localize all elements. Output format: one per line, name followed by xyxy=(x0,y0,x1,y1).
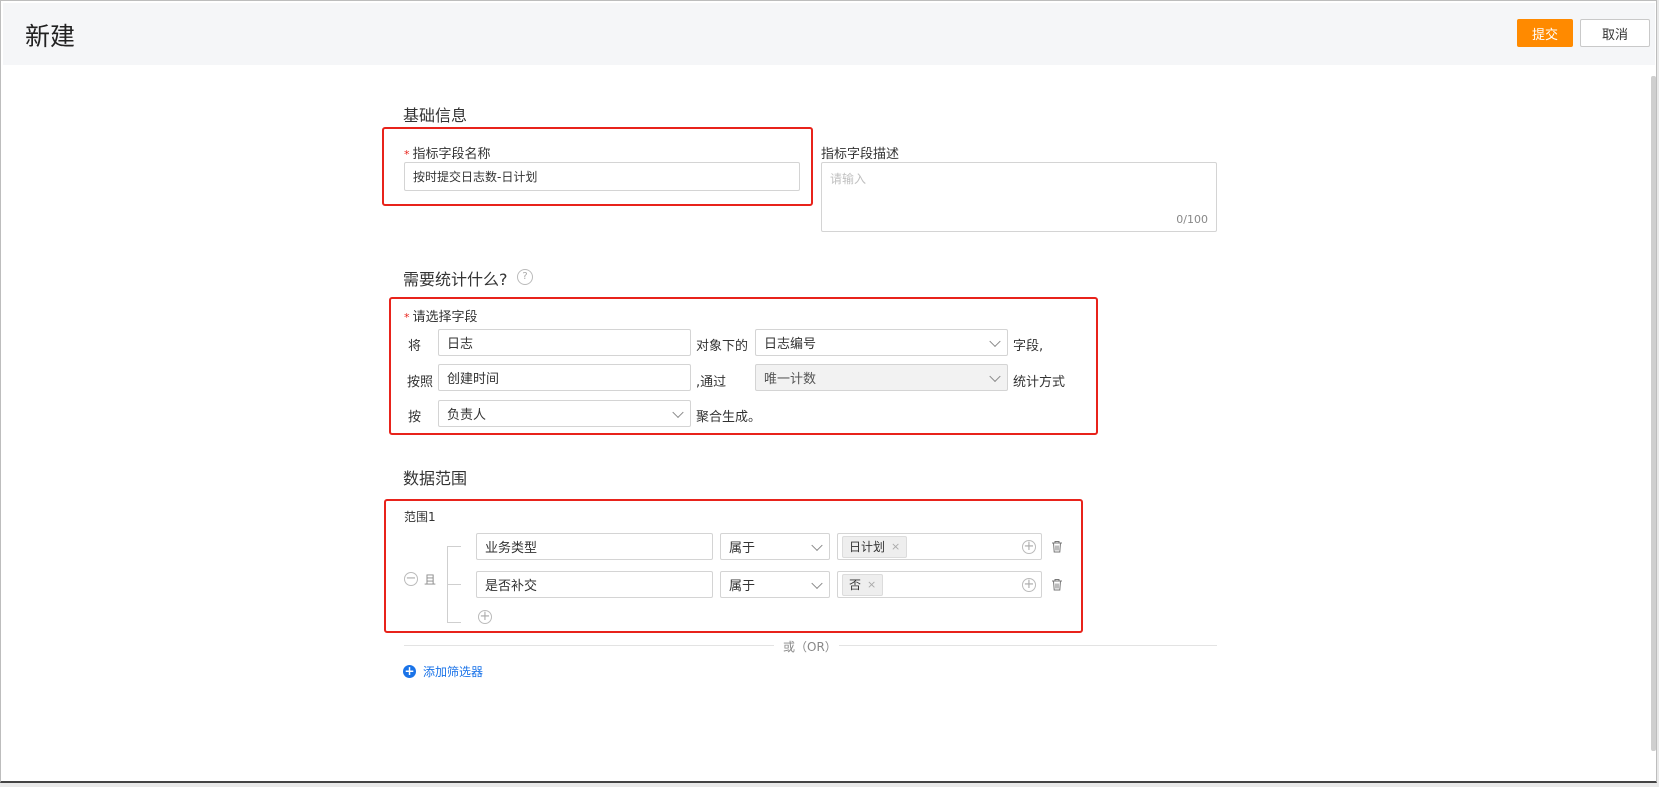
chevron-down-icon xyxy=(811,577,823,589)
add-filter-link[interactable]: + 添加筛选器 xyxy=(403,663,483,680)
scope-section-title: 数据范围 xyxy=(403,469,468,488)
select-field-label: * 请选择字段 xyxy=(404,306,478,325)
required-mark: * xyxy=(404,148,410,161)
group-select-value: 负责人 xyxy=(447,408,487,423)
cancel-button[interactable]: 取消 xyxy=(1580,19,1650,47)
desc-textarea[interactable]: 请输入 0/100 xyxy=(821,162,1217,232)
time-field-input[interactable]: 创建时间 xyxy=(438,364,691,391)
condition-field-value: 是否补交 xyxy=(485,579,538,594)
condition-operator-select[interactable]: 属于 xyxy=(720,533,830,560)
chevron-down-icon xyxy=(989,335,1001,347)
or-label: 或（OR） xyxy=(783,640,837,654)
page-header: 新建 提交 取消 xyxy=(3,3,1655,65)
or-divider-left xyxy=(404,645,774,646)
trash-icon[interactable] xyxy=(1051,578,1063,591)
name-label-text: 指标字段名称 xyxy=(412,147,491,162)
value-tag-text: 否 xyxy=(849,578,862,592)
row1-prefix: 将 xyxy=(408,339,422,354)
name-label: * 指标字段名称 xyxy=(404,143,491,162)
basic-info-title: 基础信息 xyxy=(403,106,468,125)
value-tag: 否 × xyxy=(842,573,884,596)
object-input[interactable]: 日志 xyxy=(438,329,691,356)
object-value: 日志 xyxy=(447,337,474,352)
row3-suffix: 聚合生成。 xyxy=(696,410,762,425)
value-tag: 日计划 × xyxy=(842,535,908,558)
desc-counter: 0/100 xyxy=(1176,213,1208,226)
chevron-down-icon xyxy=(672,406,684,418)
row2-suffix: 统计方式 xyxy=(1013,375,1066,390)
plus-circle-icon[interactable]: + xyxy=(1022,578,1036,592)
chevron-down-icon xyxy=(811,539,823,551)
condition-field-input[interactable]: 是否补交 xyxy=(476,571,713,598)
close-icon[interactable]: × xyxy=(867,578,876,591)
required-mark: * xyxy=(404,311,410,324)
close-icon[interactable]: × xyxy=(891,540,900,553)
value-tag-text: 日计划 xyxy=(849,540,886,554)
condition-value-input[interactable]: 日计划 × + xyxy=(837,533,1042,560)
condition-value-input[interactable]: 否 × + xyxy=(837,571,1042,598)
row2-prefix: 按照 xyxy=(407,375,434,390)
name-input-value: 按时提交日志数-日计划 xyxy=(413,170,538,184)
row3-prefix: 按 xyxy=(408,410,422,425)
stat-section-title: 需要统计什么? xyxy=(403,270,508,289)
row2-mid: ,通过 xyxy=(696,375,727,390)
row1-mid: 对象下的 xyxy=(696,339,749,354)
minus-circle-icon[interactable]: − xyxy=(404,572,418,586)
range-label: 范围1 xyxy=(404,510,436,524)
bracket-top xyxy=(447,546,461,547)
field-select-value: 日志编号 xyxy=(764,337,817,352)
method-select[interactable]: 唯一计数 xyxy=(755,364,1008,391)
submit-button[interactable]: 提交 xyxy=(1517,19,1573,47)
chevron-down-icon xyxy=(989,370,1001,382)
plus-circle-filled-icon: + xyxy=(403,664,416,678)
add-filter-label: 添加筛选器 xyxy=(423,665,484,679)
question-circle-icon[interactable]: ? xyxy=(517,269,533,285)
add-condition-icon[interactable]: + xyxy=(478,610,492,624)
bracket-bottom xyxy=(447,622,461,623)
page-title: 新建 xyxy=(25,22,76,51)
or-divider-right xyxy=(839,645,1217,646)
plus-circle-icon[interactable]: + xyxy=(1022,540,1036,554)
condition-operator-select[interactable]: 属于 xyxy=(720,571,830,598)
time-field-value: 创建时间 xyxy=(447,372,500,387)
and-label: 且 xyxy=(424,573,437,587)
select-field-label-text: 请选择字段 xyxy=(412,310,478,325)
trash-icon[interactable] xyxy=(1051,540,1063,553)
condition-field-input[interactable]: 业务类型 xyxy=(476,533,713,560)
bracket-mid xyxy=(447,584,461,585)
group-select[interactable]: 负责人 xyxy=(438,400,691,427)
row1-suffix: 字段, xyxy=(1013,339,1044,354)
app-window: 新建 提交 取消 基础信息 * 指标字段名称 按时提交日志数-日计划 指标字段描述… xyxy=(0,0,1657,783)
condition-field-value: 业务类型 xyxy=(485,541,538,556)
desc-label: 指标字段描述 xyxy=(821,147,900,162)
condition-operator-value: 属于 xyxy=(729,579,756,594)
method-select-value: 唯一计数 xyxy=(764,372,817,387)
condition-operator-value: 属于 xyxy=(729,541,756,556)
field-select[interactable]: 日志编号 xyxy=(755,329,1008,356)
desc-placeholder: 请输入 xyxy=(830,172,867,186)
name-input[interactable]: 按时提交日志数-日计划 xyxy=(404,162,800,191)
scrollbar[interactable] xyxy=(1651,76,1656,751)
